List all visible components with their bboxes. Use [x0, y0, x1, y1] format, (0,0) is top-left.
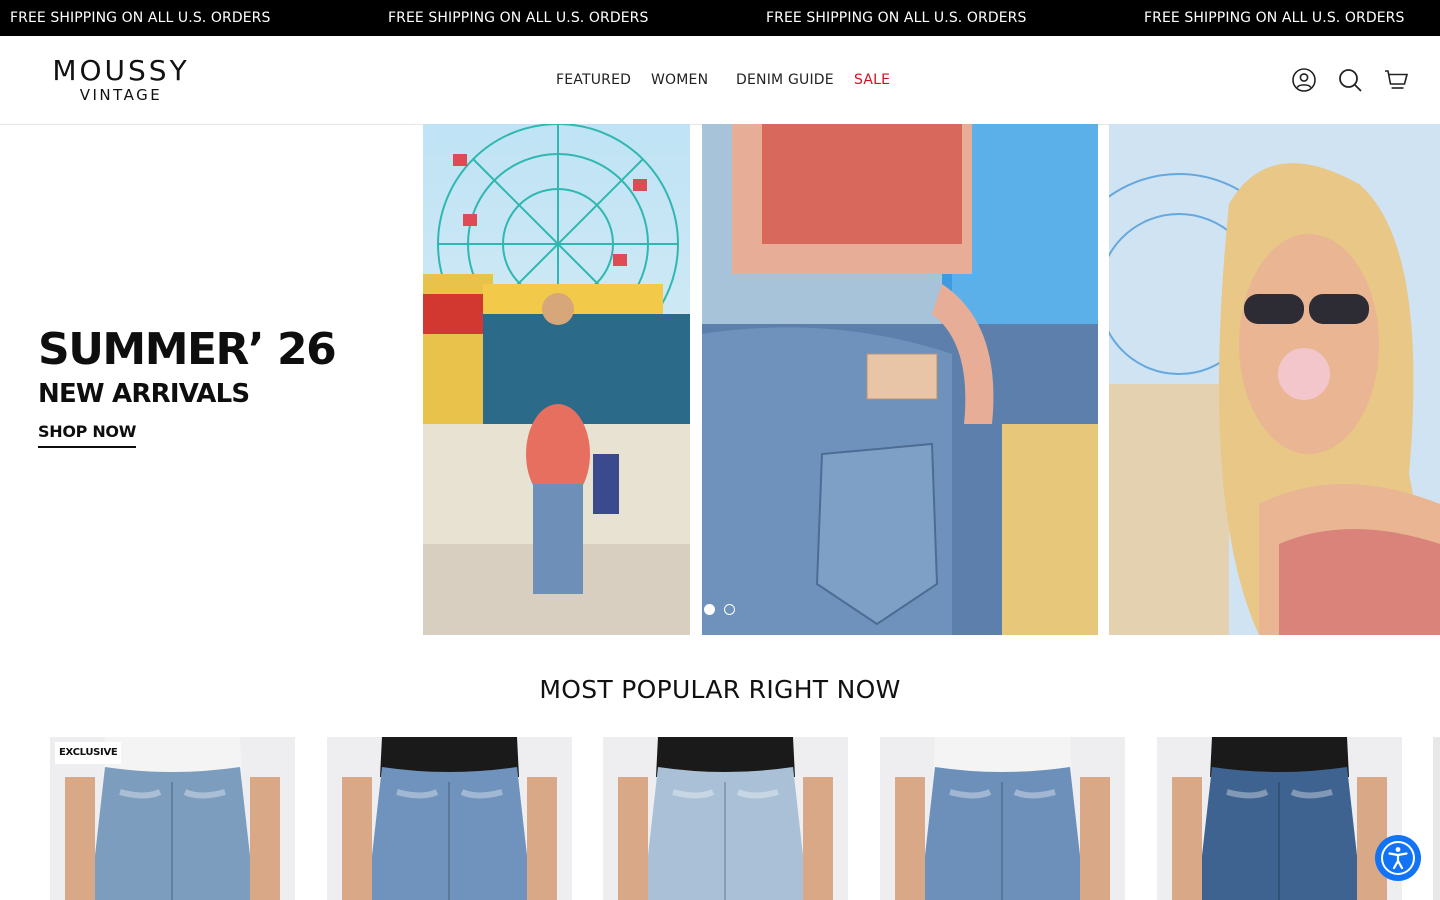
search-icon[interactable] — [1337, 67, 1363, 93]
slide-dot-1[interactable] — [704, 604, 715, 615]
accessibility-icon — [1381, 841, 1415, 875]
product-image — [880, 737, 1125, 900]
hero-title: SUMMER’ 26 — [38, 324, 337, 375]
account-icon[interactable] — [1291, 67, 1317, 93]
hero-image-ferris-wheel — [423, 124, 690, 635]
nav-item-women[interactable]: WOMEN — [651, 36, 708, 124]
site-header: MOUSSY VINTAGE FEATURED WOMEN DENIM GUID… — [0, 36, 1440, 125]
product-image — [1157, 737, 1402, 900]
logo-text-top: MOUSSY — [52, 56, 189, 87]
shop-now-link[interactable]: SHOP NOW — [38, 420, 136, 448]
product-image — [327, 737, 572, 900]
cart-icon[interactable] — [1383, 67, 1409, 93]
product-card[interactable] — [603, 737, 848, 900]
product-card[interactable] — [327, 737, 572, 900]
hero-image-bubblegum — [1109, 124, 1440, 635]
nav-item-sale[interactable]: SALE — [854, 36, 890, 124]
announcement-message: FREE SHIPPING ON ALL U.S. ORDERS — [1144, 10, 1405, 26]
product-image — [603, 737, 848, 900]
announcement-bar: FREE SHIPPING ON ALL U.S. ORDERS FREE SH… — [0, 0, 1440, 36]
main-nav: FEATURED WOMEN DENIM GUIDE SALE — [0, 36, 1440, 124]
announcement-message: FREE SHIPPING ON ALL U.S. ORDERS — [766, 10, 1027, 26]
hero-image-denim-back — [702, 124, 1098, 635]
product-card[interactable] — [880, 737, 1125, 900]
product-card[interactable]: EXCLUSIVE — [50, 737, 295, 900]
product-card[interactable] — [1157, 737, 1402, 900]
hero-subtitle: NEW ARRIVALS — [38, 379, 250, 409]
site-logo[interactable]: MOUSSY VINTAGE — [38, 54, 204, 104]
nav-item-featured[interactable]: FEATURED — [556, 36, 631, 124]
exclusive-badge: EXCLUSIVE — [55, 742, 122, 764]
accessibility-button[interactable] — [1375, 835, 1421, 881]
announcement-message: FREE SHIPPING ON ALL U.S. ORDERS — [388, 10, 649, 26]
section-title-popular: MOST POPULAR RIGHT NOW — [539, 675, 901, 704]
logo-text-bottom: VINTAGE — [80, 86, 163, 104]
slide-dot-2[interactable] — [724, 604, 735, 615]
announcement-message: FREE SHIPPING ON ALL U.S. ORDERS — [10, 10, 271, 26]
product-card-peek — [1433, 737, 1440, 900]
nav-item-denim-guide[interactable]: DENIM GUIDE — [736, 36, 834, 124]
